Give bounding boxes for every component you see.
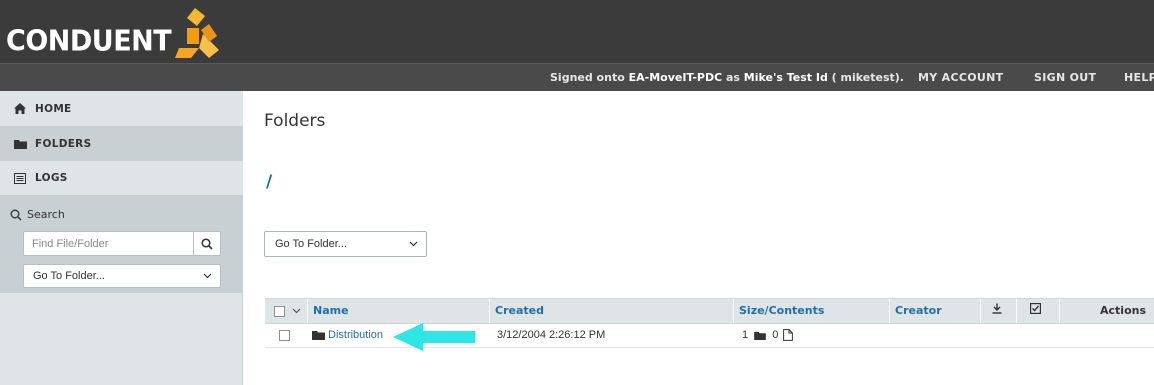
home-icon bbox=[14, 103, 28, 114]
column-header-creator[interactable]: Creator bbox=[889, 299, 980, 323]
my-account-link[interactable]: MY ACCOUNT bbox=[918, 71, 1003, 84]
select-all-checkbox[interactable] bbox=[274, 305, 285, 317]
search-button[interactable] bbox=[193, 232, 220, 255]
checkbox-checked-icon bbox=[1030, 303, 1042, 315]
folder-icon bbox=[14, 139, 28, 149]
column-header-download[interactable] bbox=[980, 299, 1016, 323]
file-count: 0 bbox=[772, 329, 779, 341]
column-header-actions: Actions bbox=[1059, 299, 1154, 323]
row-size-cell: 1 0 bbox=[742, 324, 794, 347]
file-icon bbox=[783, 329, 794, 341]
signed-on-text: Signed onto EA-MoveIT-PDC as Mike's Test… bbox=[550, 71, 904, 84]
folder-icon bbox=[754, 331, 767, 340]
user-name: Mike's Test Id bbox=[743, 71, 828, 84]
page-title: Folders bbox=[264, 111, 326, 131]
sidebar-item-label: HOME bbox=[35, 102, 72, 115]
sidebar-item-label: FOLDERS bbox=[35, 137, 92, 150]
row-checkbox-cell bbox=[279, 324, 290, 347]
folder-icon bbox=[312, 331, 325, 341]
table-header: Name Created Size/Contents Creator Actio… bbox=[265, 298, 1154, 324]
download-icon bbox=[992, 303, 1002, 314]
logo-mark-icon bbox=[175, 8, 220, 58]
row-name-cell: Distribution bbox=[312, 324, 383, 347]
search-icon bbox=[10, 209, 22, 221]
annotation-arrow bbox=[393, 323, 475, 351]
search-icon bbox=[201, 237, 213, 250]
goto-folder-select[interactable]: Go To Folder... bbox=[264, 231, 427, 257]
breadcrumb-root[interactable]: / bbox=[266, 172, 272, 192]
search-panel: Search Go To Folder... bbox=[0, 196, 243, 293]
top-bar: Signed onto EA-MoveIT-PDC as Mike's Test… bbox=[0, 63, 1154, 91]
column-header-size[interactable]: Size/Contents bbox=[733, 299, 889, 323]
column-header-checked[interactable] bbox=[1016, 299, 1059, 323]
folder-link-distribution[interactable]: Distribution bbox=[328, 329, 383, 341]
sidebar: HOME FOLDERS LOGS Search Go To Folder... bbox=[0, 91, 243, 385]
chevron-down-icon[interactable] bbox=[292, 308, 301, 314]
sidebar-item-logs[interactable]: LOGS bbox=[0, 161, 243, 196]
column-header-name[interactable]: Name bbox=[307, 299, 489, 323]
sidebar-item-home[interactable]: HOME bbox=[0, 91, 243, 126]
sidebar-goto-folder-select[interactable]: Go To Folder... bbox=[23, 264, 221, 288]
row-checkbox[interactable] bbox=[279, 329, 290, 341]
sign-out-link[interactable]: SIGN OUT bbox=[1034, 71, 1096, 84]
server-name: EA-MoveIT-PDC bbox=[628, 71, 723, 84]
column-header-created[interactable]: Created bbox=[489, 299, 733, 323]
sidebar-item-folders[interactable]: FOLDERS bbox=[0, 126, 243, 161]
row-created-cell: 3/12/2004 2:26:12 PM bbox=[497, 329, 606, 341]
search-box bbox=[23, 231, 221, 256]
folder-count: 1 bbox=[742, 329, 749, 341]
search-input[interactable] bbox=[24, 232, 194, 255]
chevron-down-icon bbox=[409, 241, 418, 247]
sidebar-item-label: LOGS bbox=[35, 172, 68, 184]
help-link[interactable]: HELP bbox=[1124, 71, 1154, 84]
conduent-logo[interactable]: CONDUENT bbox=[6, 6, 225, 60]
chevron-down-icon bbox=[203, 273, 212, 279]
search-heading: Search bbox=[10, 208, 65, 221]
logs-icon bbox=[14, 172, 28, 184]
app-header: CONDUENT bbox=[0, 0, 1154, 63]
logo-text: CONDUENT bbox=[6, 25, 172, 58]
select-all-header bbox=[265, 299, 307, 323]
